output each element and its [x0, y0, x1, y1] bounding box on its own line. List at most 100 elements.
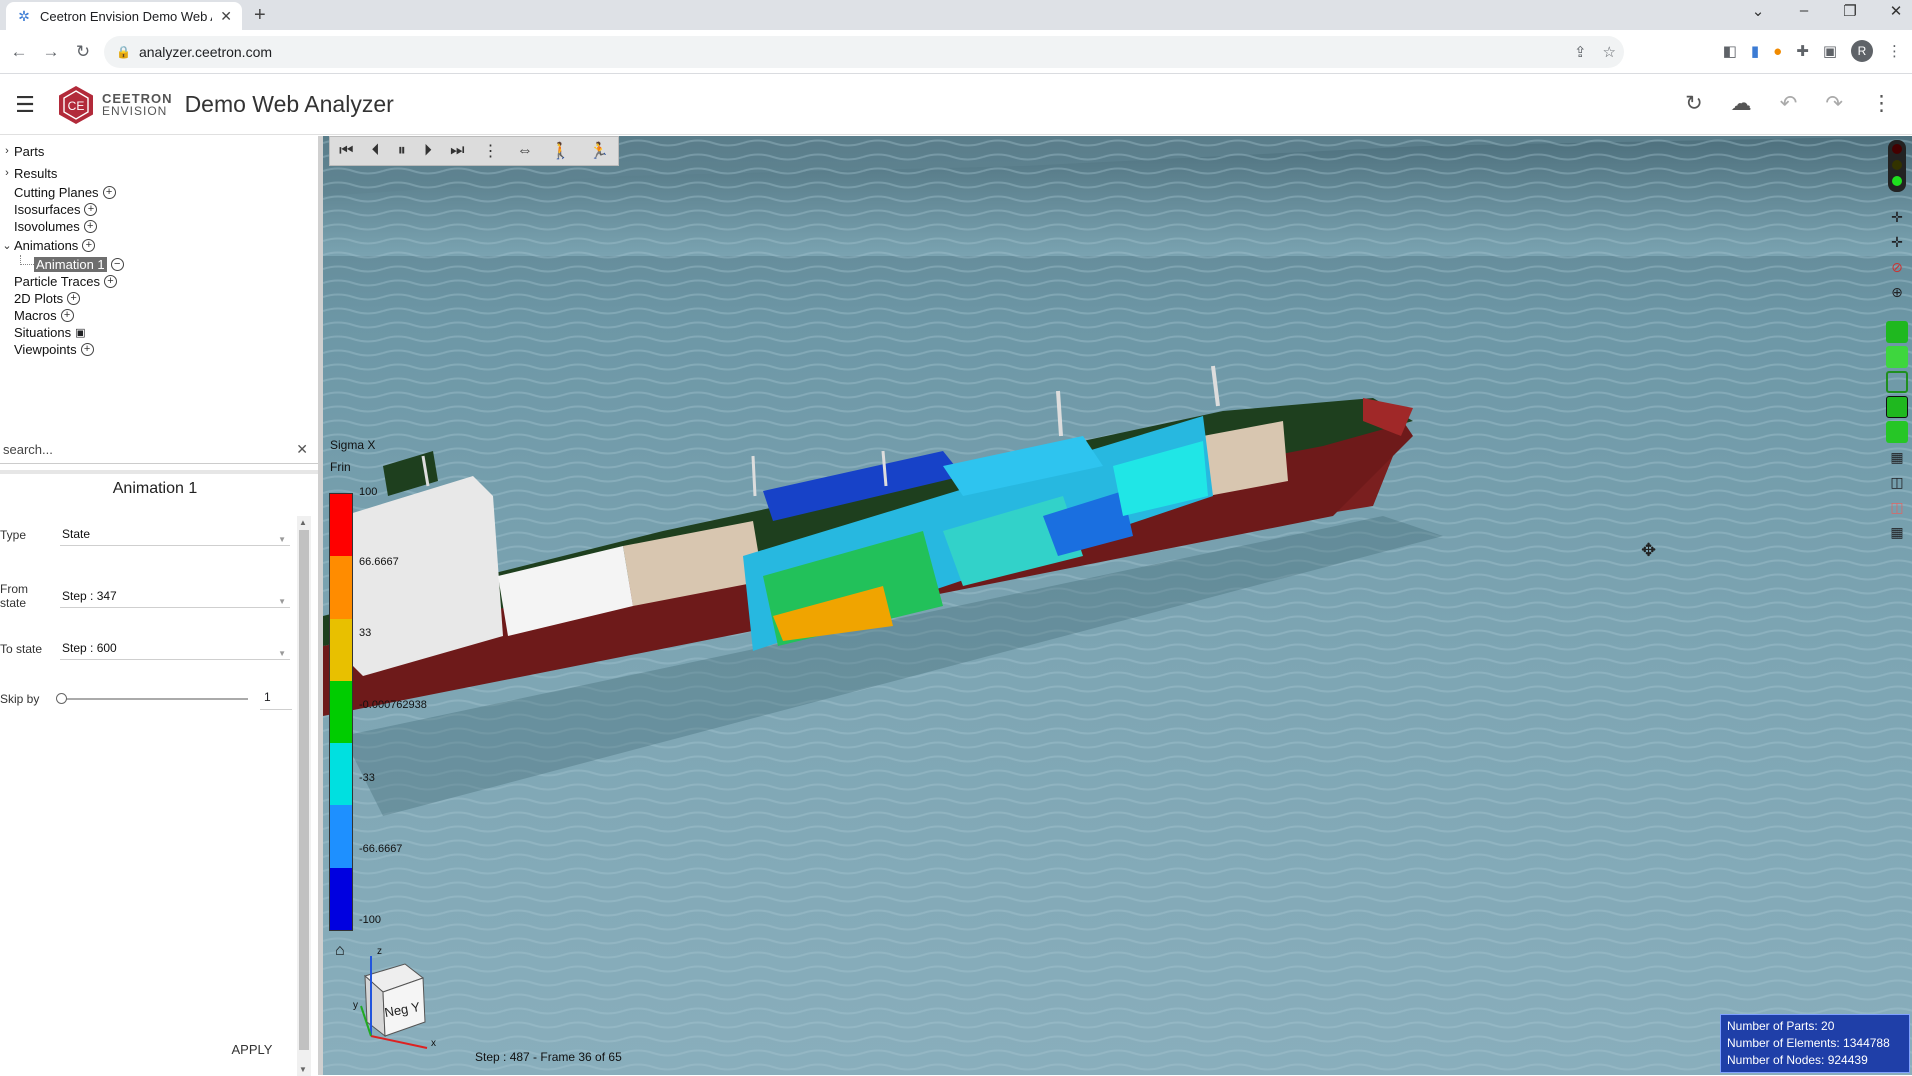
- tree-item-particle-traces[interactable]: Particle Traces +: [0, 273, 318, 290]
- scroll-up-icon[interactable]: ▲: [299, 518, 307, 527]
- tree-item-label[interactable]: Parts: [14, 144, 44, 159]
- panel-scrollbar[interactable]: ▲ ▼: [297, 516, 311, 1076]
- box-mesh-icon[interactable]: ▦: [1886, 521, 1908, 543]
- tree-item-cutting-planes[interactable]: Cutting Planes +: [0, 184, 318, 201]
- more-vert-icon[interactable]: ⋮: [483, 141, 499, 161]
- tree-item-label[interactable]: Isosurfaces: [14, 202, 80, 217]
- tree-item-label[interactable]: Situations: [14, 325, 71, 340]
- dropdown-arrow-icon[interactable]: ▼: [278, 592, 286, 612]
- from-state-select[interactable]: Step : 347 ▼: [60, 586, 290, 608]
- browser-menu-icon[interactable]: ⋮: [1887, 42, 1902, 60]
- tree-item-label[interactable]: Cutting Planes: [14, 185, 99, 200]
- tree-item-label[interactable]: Isovolumes: [14, 219, 80, 234]
- bookmark-star-icon[interactable]: ☆: [1603, 43, 1616, 61]
- app-menu-icon[interactable]: ⋮: [1871, 91, 1892, 116]
- dropdown-arrow-icon[interactable]: ▼: [278, 530, 286, 550]
- add-isosurface-icon[interactable]: +: [84, 203, 98, 216]
- remove-animation-icon[interactable]: −: [110, 257, 124, 271]
- measure-icon[interactable]: ⊘: [1886, 256, 1908, 278]
- profile-avatar[interactable]: R: [1851, 40, 1873, 62]
- lock-icon[interactable]: 🔒: [116, 45, 131, 59]
- browser-tab[interactable]: ✲ Ceetron Envision Demo Web An ✕: [6, 2, 242, 30]
- 3d-viewport[interactable]: ⏮ ⏴ ⏸ ⏵ ⏭ ⋮ ⇔ 🚶 🏃 Sigma X Frin 100 66.66…: [323, 136, 1912, 1075]
- restore-icon[interactable]: ❐: [1842, 2, 1858, 20]
- tree-item-viewpoints[interactable]: Viewpoints +: [0, 341, 318, 358]
- tree-item-animation-1[interactable]: Animation 1 −: [0, 255, 318, 273]
- address-bar[interactable]: 🔒 analyzer.ceetron.com ⇪ ☆: [104, 36, 1624, 68]
- tree-item-label[interactable]: Results: [14, 166, 57, 181]
- mesh-icon[interactable]: ▦: [1886, 446, 1908, 468]
- tree-item-label[interactable]: Particle Traces: [14, 274, 100, 289]
- new-tab-icon[interactable]: +: [254, 4, 266, 27]
- slider-knob[interactable]: [56, 693, 67, 704]
- first-frame-icon[interactable]: ⏮: [339, 142, 353, 160]
- add-cutting-plane-icon[interactable]: +: [102, 186, 116, 199]
- tree-item-label[interactable]: 2D Plots: [14, 291, 63, 306]
- back-icon[interactable]: ←: [6, 42, 32, 62]
- add-particle-trace-icon[interactable]: +: [103, 275, 117, 288]
- apply-button[interactable]: APPLY: [212, 1034, 292, 1064]
- tree-item-situations[interactable]: Situations ▣: [0, 324, 318, 341]
- share-icon[interactable]: ⇪: [1574, 43, 1587, 61]
- tree-item-2d-plots[interactable]: 2D Plots +: [0, 290, 318, 307]
- type-value[interactable]: State: [62, 527, 90, 541]
- close-window-icon[interactable]: ✕: [1888, 2, 1904, 20]
- expand-icon[interactable]: ›: [0, 167, 14, 179]
- to-state-value[interactable]: Step : 600: [62, 641, 117, 655]
- url-text[interactable]: analyzer.ceetron.com: [139, 44, 272, 60]
- tree-item-label[interactable]: Animations: [14, 238, 78, 253]
- sidepanel-icon[interactable]: ▣: [1823, 42, 1837, 60]
- extension-doc-icon[interactable]: ▮: [1751, 42, 1759, 60]
- clear-search-icon[interactable]: ✕: [296, 441, 308, 458]
- tree-item-isosurfaces[interactable]: Isosurfaces +: [0, 201, 318, 218]
- tree-item-results[interactable]: › Results: [0, 162, 318, 184]
- skip-by-slider[interactable]: [56, 693, 248, 704]
- surface-mesh-icon[interactable]: [1886, 396, 1908, 418]
- from-state-value[interactable]: Step : 347: [62, 589, 117, 603]
- tree-search[interactable]: search... ✕: [0, 436, 318, 464]
- scroll-down-icon[interactable]: ▼: [299, 1065, 307, 1074]
- forward-icon[interactable]: →: [38, 42, 64, 62]
- scrollbar-thumb[interactable]: [299, 530, 309, 1050]
- pause-icon[interactable]: ⏸: [398, 142, 406, 160]
- cloud-upload-icon[interactable]: ☁: [1731, 91, 1752, 116]
- search-input[interactable]: search...: [3, 442, 53, 457]
- hamburger-menu-icon[interactable]: ☰: [0, 92, 50, 118]
- surface-lines-icon[interactable]: [1886, 421, 1908, 443]
- extension-orange-icon[interactable]: ●: [1773, 43, 1782, 60]
- walk-icon[interactable]: 🚶: [551, 141, 571, 161]
- redo-icon[interactable]: ↷: [1825, 91, 1843, 116]
- next-frame-icon[interactable]: ⏵: [424, 142, 432, 160]
- refresh-icon[interactable]: ↻: [1685, 91, 1703, 116]
- tree-item-isovolumes[interactable]: Isovolumes +: [0, 218, 318, 235]
- tree-item-parts[interactable]: › Parts: [0, 140, 318, 162]
- puzzle-icon[interactable]: ✚: [1796, 42, 1809, 60]
- undo-icon[interactable]: ↶: [1780, 91, 1798, 116]
- add-viewpoint-icon[interactable]: +: [80, 343, 94, 356]
- tree-item-macros[interactable]: Macros +: [0, 307, 318, 324]
- add-isovolume-icon[interactable]: +: [83, 220, 97, 233]
- dropdown-arrow-icon[interactable]: ▼: [278, 644, 286, 664]
- tree-item-label[interactable]: Macros: [14, 308, 57, 323]
- tree-item-label[interactable]: Animation 1: [34, 256, 107, 272]
- wireframe-icon[interactable]: ◫: [1886, 471, 1908, 493]
- hidden-lines-icon[interactable]: ◫: [1886, 496, 1908, 518]
- orientation-triad[interactable]: Neg Y z x y: [343, 936, 463, 1066]
- add-animation-icon[interactable]: +: [82, 238, 96, 252]
- surface-render-icon[interactable]: [1886, 321, 1908, 343]
- surface-outline-icon[interactable]: [1886, 371, 1908, 393]
- last-frame-icon[interactable]: ⏭: [450, 142, 464, 160]
- minimize-icon[interactable]: –: [1796, 2, 1812, 20]
- collapse-icon[interactable]: ⌄: [0, 239, 14, 252]
- close-tab-icon[interactable]: ✕: [220, 8, 232, 25]
- extension-icon[interactable]: ◧: [1723, 42, 1737, 60]
- surface-smooth-icon[interactable]: [1886, 346, 1908, 368]
- reload-icon[interactable]: ↻: [70, 42, 96, 62]
- tree-item-animations[interactable]: ⌄ Animations +: [0, 235, 318, 255]
- skip-by-input[interactable]: 1: [260, 690, 292, 710]
- pick-point-icon[interactable]: ✛: [1886, 206, 1908, 228]
- save-situation-icon[interactable]: ▣: [75, 326, 85, 339]
- add-2d-plot-icon[interactable]: +: [67, 292, 81, 305]
- type-select[interactable]: State ▼: [60, 524, 290, 546]
- pick-element-icon[interactable]: ✛: [1886, 231, 1908, 253]
